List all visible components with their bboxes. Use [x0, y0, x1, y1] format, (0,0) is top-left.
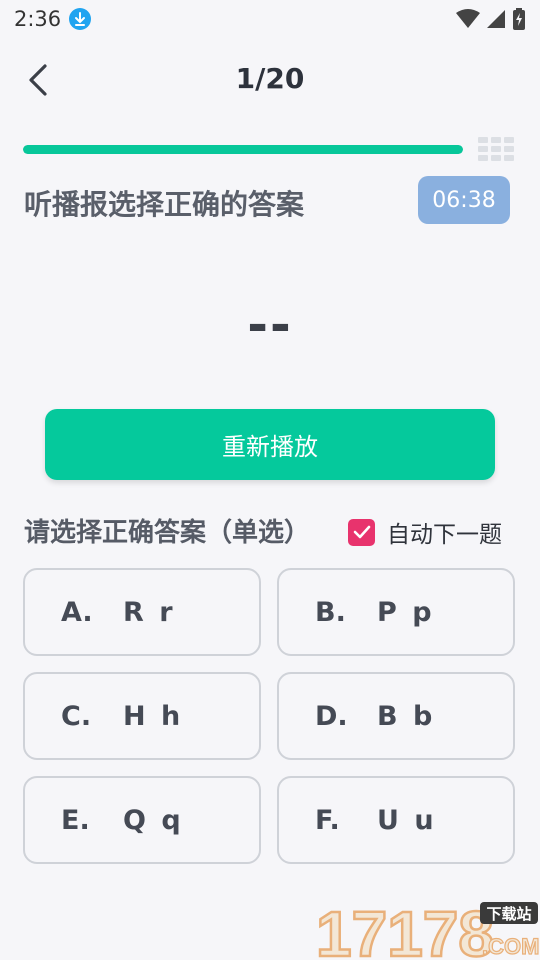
option-key: F. [315, 804, 340, 836]
auto-next-checkbox[interactable] [348, 518, 375, 546]
watermark-suffix: .COM [482, 934, 539, 959]
option-key: D. [315, 700, 348, 732]
auto-next-toggle[interactable]: 自动下一题 [348, 515, 502, 549]
header: 1/20 [0, 50, 540, 110]
site-watermark-logo: 17178 下载站 .COM [315, 898, 540, 960]
option-b[interactable]: B. P p [277, 568, 515, 656]
watermark-number: 17178 [316, 898, 494, 960]
select-instruction: 请选择正确答案（单选） [24, 518, 311, 548]
watermark-badge: 下载站 [486, 905, 531, 923]
signal-icon [487, 10, 505, 28]
option-f[interactable]: F. U u [277, 776, 515, 864]
option-e[interactable]: E. Q q [23, 776, 261, 864]
option-c[interactable]: C. H h [23, 672, 261, 760]
progress-counter: 1/20 [235, 62, 305, 95]
status-time: 2:36 [14, 7, 62, 31]
countdown-timer: 06:38 [418, 176, 510, 224]
status-icons [456, 8, 526, 30]
progress-bar [23, 145, 463, 154]
replay-button[interactable]: 重新播放 [45, 409, 495, 480]
option-value: P p [377, 596, 435, 628]
grid-icon [478, 137, 514, 161]
status-bar: 2:36 [0, 0, 540, 38]
option-a[interactable]: A. R r [23, 568, 261, 656]
check-icon [353, 525, 370, 539]
question-grid-button[interactable] [477, 137, 515, 167]
option-d[interactable]: D. B b [277, 672, 515, 760]
option-key: C. [61, 700, 92, 732]
option-value: B b [377, 700, 436, 732]
answer-placeholder: -- [247, 296, 293, 354]
download-icon [69, 8, 92, 30]
option-value: U u [377, 804, 437, 836]
auto-next-label: 自动下一题 [387, 522, 502, 548]
question-title: 听播报选择正确的答案 [24, 188, 305, 221]
option-value: R r [123, 596, 176, 628]
wifi-icon [456, 9, 480, 28]
option-key: E. [61, 804, 90, 836]
option-key: B. [315, 596, 346, 628]
battery-charging-icon [513, 8, 525, 30]
progress-fill [23, 145, 463, 154]
option-value: H h [123, 700, 184, 732]
option-value: Q q [123, 804, 184, 836]
option-key: A. [61, 596, 93, 628]
